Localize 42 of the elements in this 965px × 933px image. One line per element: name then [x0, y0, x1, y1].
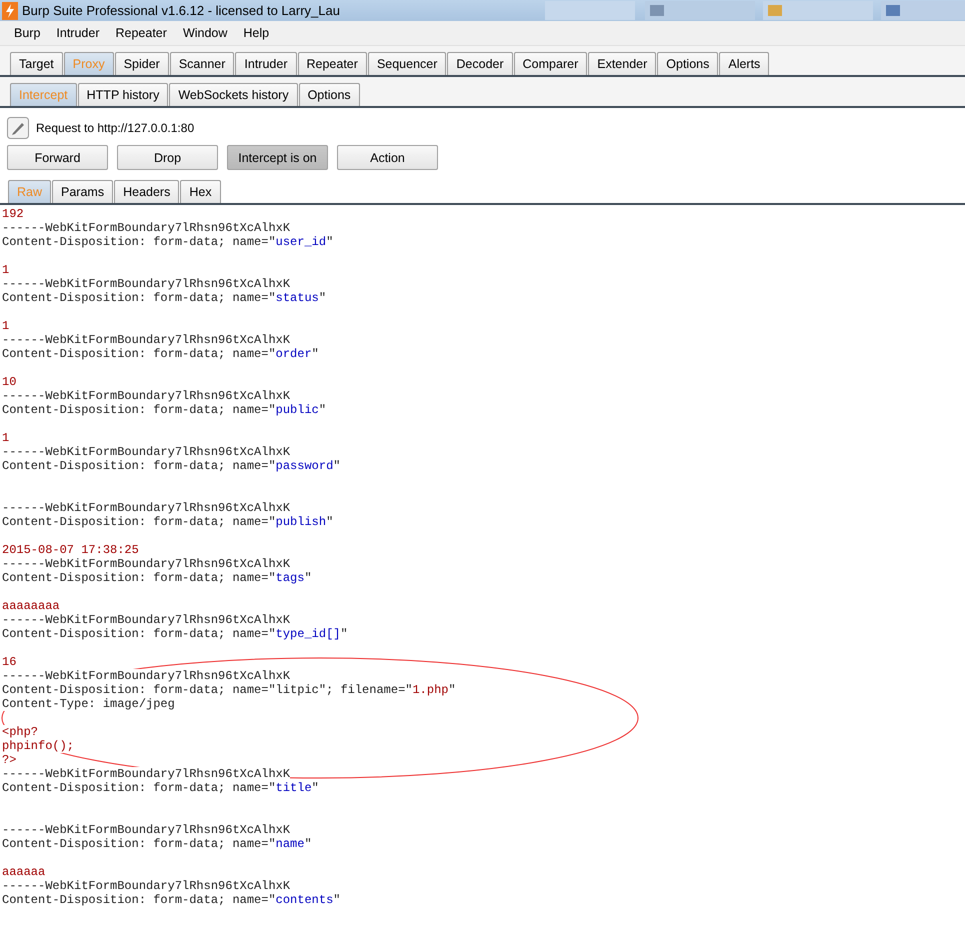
toggle-button[interactable]: Intercept is on [227, 145, 328, 170]
request-line: Content-Disposition: form-data; name="contents" [2, 893, 342, 907]
main-tab[interactable]: Spider [114, 52, 169, 75]
main-tab[interactable]: Scanner [170, 52, 234, 75]
action-button[interactable]: Action [337, 145, 438, 170]
view-tab[interactable]: Params [52, 180, 114, 203]
window-title: Burp Suite Professional v1.6.12 - licensed to Larry_Lau [22, 3, 340, 18]
sub-tab[interactable]: WebSockets history [169, 83, 298, 106]
request-line: Content-Disposition: form-data; name="status" [2, 291, 328, 305]
main-tab[interactable]: Sequencer [368, 52, 446, 75]
app-logo-icon [2, 2, 18, 20]
edit-icon[interactable] [7, 117, 29, 139]
view-tab[interactable]: Hex [180, 180, 221, 203]
sub-tab[interactable]: HTTP history [78, 83, 168, 106]
main-tab[interactable]: Comparer [514, 52, 588, 75]
main-tab[interactable]: Decoder [447, 52, 513, 75]
request-target: Request to http://127.0.0.1:80 [36, 121, 194, 135]
main-tab[interactable]: Target [10, 52, 63, 75]
request-line: Content-Disposition: form-data; name="name" [2, 837, 313, 851]
sub-tab[interactable]: Options [298, 83, 360, 106]
request-line: Content-Disposition: form-data; name="password" [2, 459, 342, 473]
request-line: Content-Disposition: form-data; name="title" [2, 781, 320, 795]
main-tab[interactable]: Options [657, 52, 718, 75]
request-line: Content-Disposition: form-data; name="publish" [2, 515, 334, 529]
main-tab[interactable]: Alerts [719, 52, 770, 75]
action-button[interactable]: Drop [117, 145, 218, 170]
request-line: Content-Disposition: form-data; name="user_id" [2, 235, 334, 249]
menu-item[interactable]: Help [235, 26, 278, 40]
request-line: Content-Disposition: form-data; name="type_id[]" [2, 627, 349, 641]
menu-item[interactable]: Window [174, 26, 236, 40]
view-tab[interactable]: Headers [114, 180, 180, 203]
menu-item[interactable]: Burp [0, 26, 48, 40]
main-tab[interactable]: Extender [588, 52, 656, 75]
request-line: Content-Disposition: form-data; name="order" [2, 347, 320, 361]
request-line: Content-Disposition: form-data; name="public" [2, 403, 328, 417]
menu-item[interactable]: Intruder [48, 26, 108, 40]
request-line: Content-Disposition: form-data; name="tags" [2, 571, 313, 585]
menu-item[interactable]: Repeater [108, 26, 175, 40]
main-tab[interactable]: Repeater [298, 52, 367, 75]
main-tab[interactable]: Intruder [235, 52, 296, 75]
request-line: Content-Disposition: form-data; name="litpic"; filename="1.php" [2, 683, 457, 697]
action-button[interactable]: Forward [7, 145, 108, 170]
